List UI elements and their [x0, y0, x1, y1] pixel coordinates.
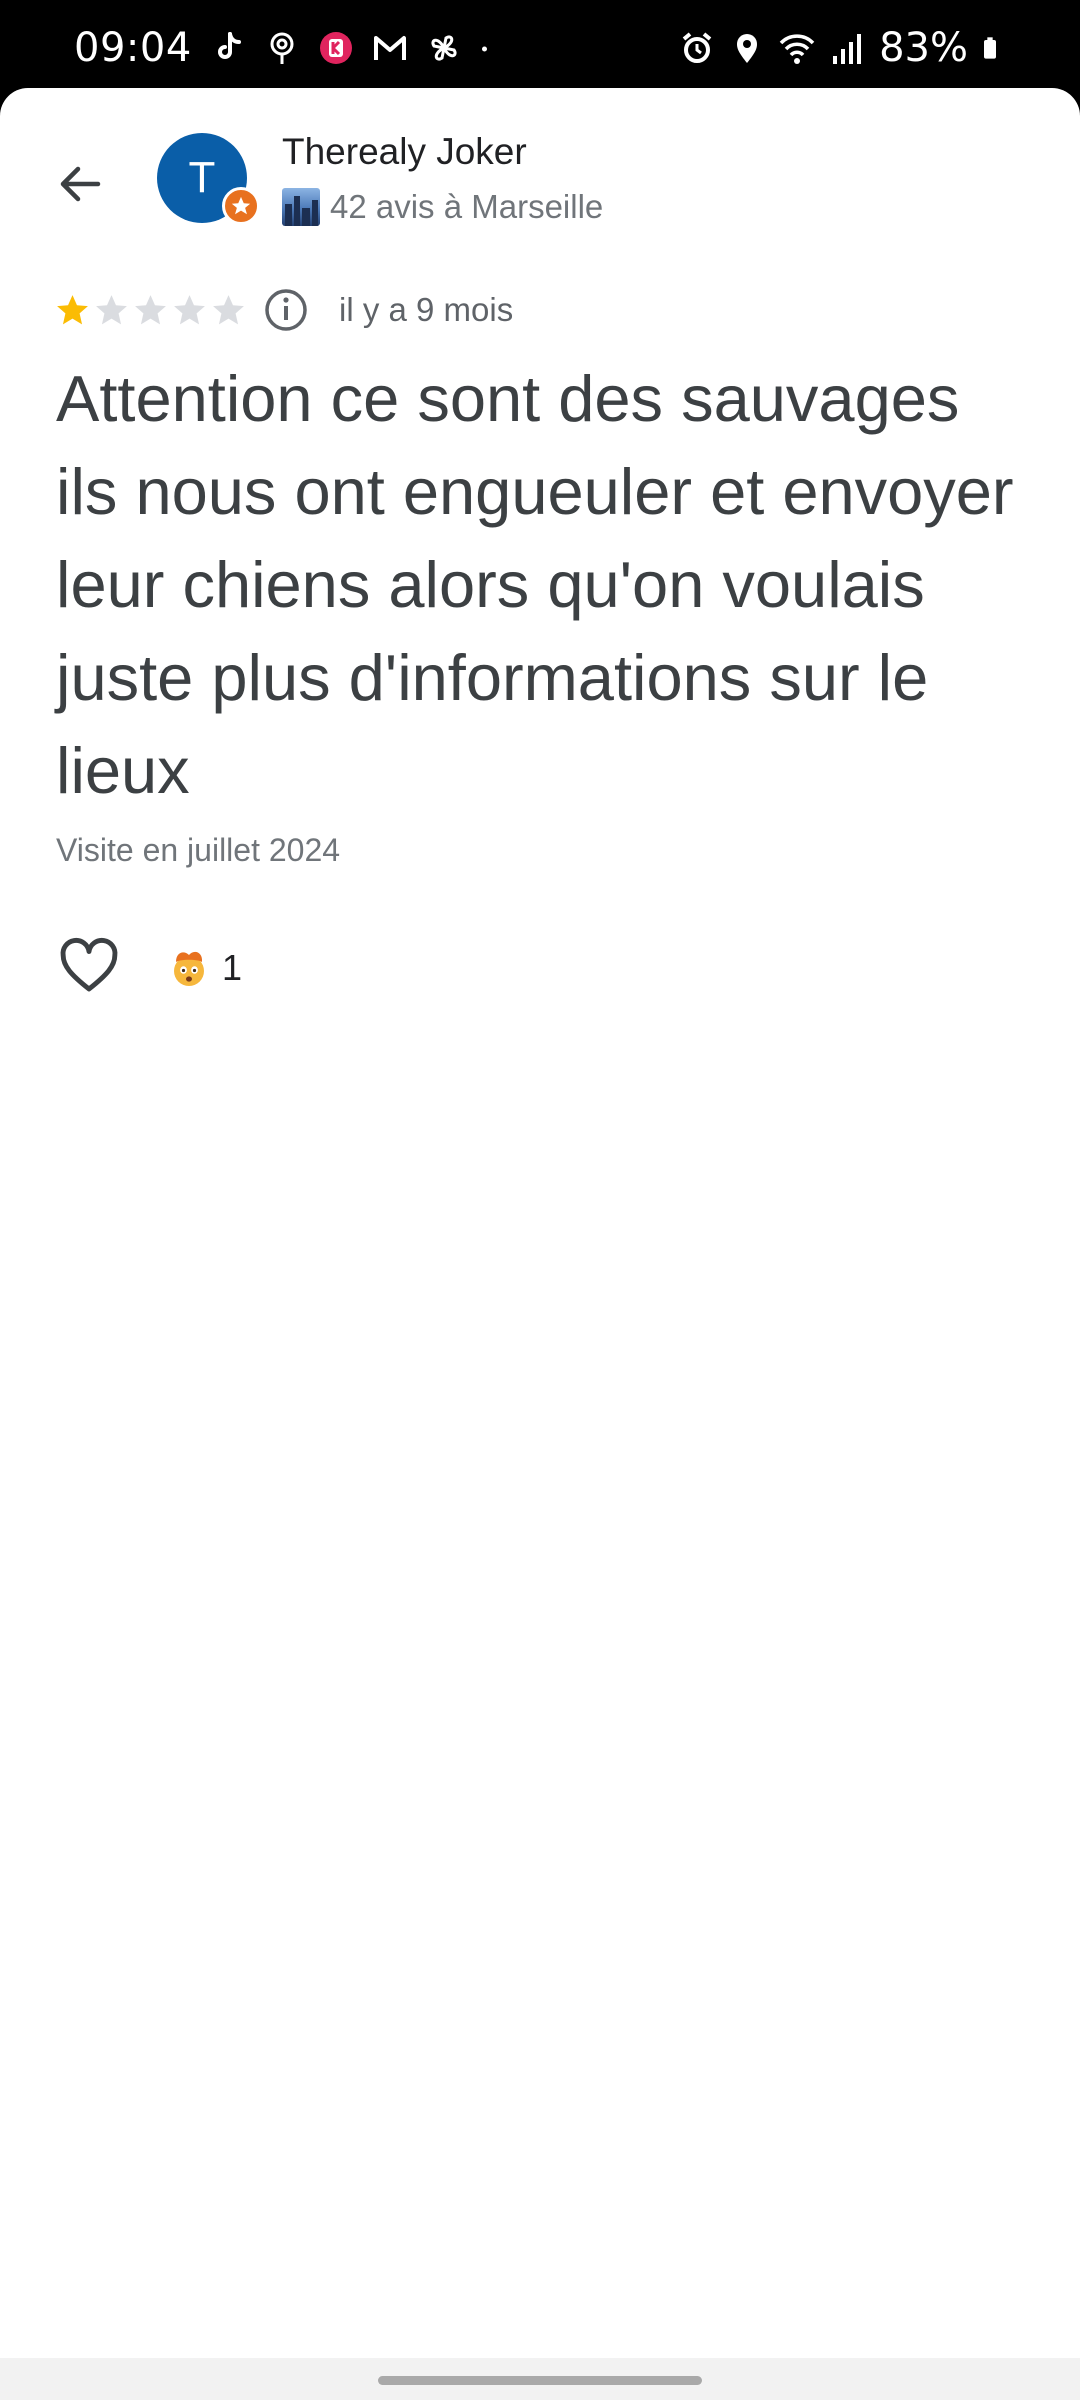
user-name[interactable]: Therealy Joker: [282, 130, 527, 174]
battery-icon: [984, 37, 996, 59]
arrow-back-icon: [60, 166, 101, 202]
info-icon[interactable]: [263, 287, 309, 333]
status-left: 09:04: [74, 25, 498, 71]
tiktok-icon: [217, 32, 241, 59]
like-button[interactable]: [52, 930, 126, 1004]
status-bar: 09:04 83%: [0, 0, 1080, 88]
review-text: Attention ce sont des sauvages ils nous …: [56, 362, 1014, 807]
gmail-icon: [373, 36, 406, 60]
kinemaster-icon: [319, 32, 352, 64]
reaction-chip[interactable]: 1: [168, 943, 242, 993]
user-meta: 42 avis à Marseille: [282, 188, 603, 226]
exploding-head-emoji: [174, 951, 204, 986]
signal-icon: [833, 34, 862, 64]
avatar-letter: T: [188, 153, 216, 202]
alarm-icon: [682, 32, 712, 63]
location-icon: [737, 34, 758, 63]
home-gesture-pill[interactable]: [378, 2376, 702, 2385]
heart-outline-icon: [60, 937, 118, 992]
pinwheel-icon: [431, 35, 457, 61]
star-filled-icon: [57, 294, 88, 324]
rating-row: il y a 9 mois: [54, 284, 513, 336]
star-empty-icon: [174, 294, 205, 324]
dot-icon: [481, 46, 487, 52]
back-button[interactable]: [44, 148, 116, 220]
review-sheet: T Therealy Joker 42 avis à Marseille il …: [0, 88, 1080, 2358]
gesture-nav-bar: [0, 2358, 1080, 2400]
city-thumbnail: [282, 188, 320, 226]
star-badge-icon: [231, 196, 251, 215]
status-time: 09:04: [74, 25, 192, 71]
location-pin-icon: [270, 32, 294, 64]
star-empty-icon: [213, 294, 244, 324]
reaction-count: 1: [222, 947, 243, 988]
battery-percent: 83%: [879, 25, 968, 71]
wifi-icon: [779, 34, 815, 64]
visit-date: Visite en juillet 2024: [56, 832, 341, 868]
star-empty-icon: [135, 294, 166, 324]
status-right: 83%: [679, 25, 1006, 71]
review-time-ago: il y a 9 mois: [339, 291, 514, 328]
star-empty-icon: [96, 294, 127, 324]
local-guide-badge: [222, 187, 260, 225]
star-rating: [54, 292, 247, 329]
user-review-count: 42 avis à Marseille: [330, 188, 604, 225]
